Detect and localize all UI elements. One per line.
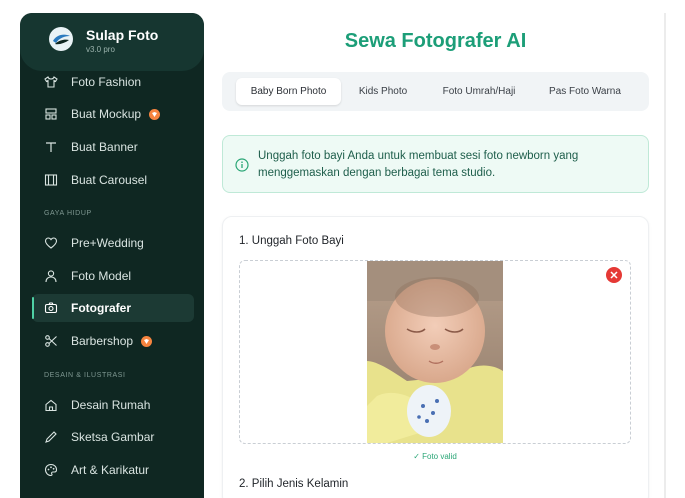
sidebar-item-label: Buat Banner (71, 140, 138, 154)
close-icon (610, 271, 618, 279)
photo-valid-status: ✓ Foto valid (413, 452, 457, 461)
tab-foto-umrah-haji[interactable]: Foto Umrah/Haji (429, 78, 529, 105)
sidebar-item-label: Buat Carousel (71, 173, 148, 187)
logo-icon (49, 27, 73, 51)
carousel-icon (44, 173, 58, 187)
mockup-icon (44, 107, 58, 121)
sidebar-item-foto-fashion[interactable]: Foto Fashion (32, 68, 194, 96)
home-icon (44, 398, 58, 412)
remove-photo-button[interactable] (606, 267, 622, 283)
tab-baby-born-photo[interactable]: Baby Born Photo (236, 78, 341, 105)
sidebar-item-desain-rumah[interactable]: Desain Rumah (32, 391, 194, 419)
step2-label: 2. Pilih Jenis Kelamin (239, 478, 349, 490)
uploaded-baby-photo (367, 261, 503, 443)
sidebar-item-label: Pre+Wedding (71, 236, 144, 250)
app-root: Sulap Foto v3.0 pro Foto Fashion Buat Mo… (0, 0, 685, 498)
person-icon (44, 269, 58, 283)
text-icon (44, 140, 58, 154)
step1-label: 1. Unggah Foto Bayi (239, 235, 344, 247)
heart-icon (44, 236, 58, 250)
tab-kids-photo[interactable]: Kids Photo (346, 78, 420, 105)
tab-pas-foto-warna[interactable]: Pas Foto Warna (535, 78, 635, 105)
info-icon (235, 158, 249, 172)
sidebar-item-label: Foto Fashion (71, 75, 142, 89)
pro-badge-icon (141, 335, 153, 347)
sidebar-item-foto-model[interactable]: Foto Model (32, 262, 194, 290)
sidebar-item-fotografer[interactable]: Fotografer (32, 294, 194, 322)
shirt-icon (44, 75, 58, 89)
sidebar-item-label: Buat Mockup (71, 107, 142, 121)
sidebar-item-barbershop[interactable]: Barbershop (32, 327, 194, 355)
brand-version: v3.0 pro (86, 45, 115, 54)
sidebar-item-buat-mockup[interactable]: Buat Mockup (32, 100, 194, 128)
sidebar: Sulap Foto v3.0 pro Foto Fashion Buat Mo… (20, 13, 204, 498)
sidebar-item-buat-banner[interactable]: Buat Banner (32, 133, 194, 161)
page-title: Sewa Fotografer AI (344, 30, 527, 52)
section-label-gaya-hidup: GAYA HIDUP (44, 210, 92, 217)
sidebar-item-label: Art & Karikatur (71, 463, 150, 477)
brand-header[interactable]: Sulap Foto v3.0 pro (20, 13, 204, 71)
pro-badge-icon (149, 108, 161, 120)
palette-icon (44, 463, 58, 477)
brand-name: Sulap Foto (86, 27, 159, 43)
sidebar-item-label: Desain Rumah (71, 398, 151, 412)
sidebar-item-label: Barbershop (71, 334, 134, 348)
info-text: Unggah foto bayi Anda untuk membuat sesi… (258, 150, 579, 179)
info-banner: Unggah foto bayi Anda untuk membuat sesi… (222, 135, 649, 193)
sidebar-item-label: Foto Model (71, 269, 132, 283)
section-label-desain-ilustrasi: DESAIN & ILUSTRASI (44, 372, 126, 379)
scissors-icon (44, 334, 58, 348)
pen-icon (44, 430, 58, 444)
sidebar-item-label: Sketsa Gambar (71, 430, 155, 444)
sidebar-item-pre-wedding[interactable]: Pre+Wedding (32, 229, 194, 257)
scrollbar-track[interactable] (664, 13, 666, 498)
sidebar-item-sketsa-gambar[interactable]: Sketsa Gambar (32, 423, 194, 451)
sidebar-item-label: Fotografer (71, 301, 131, 315)
sidebar-item-buat-carousel[interactable]: Buat Carousel (32, 166, 194, 194)
sidebar-item-art-karikatur[interactable]: Art & Karikatur (32, 456, 194, 484)
camera-icon (44, 301, 58, 315)
tab-bar: Baby Born Photo Kids Photo Foto Umrah/Ha… (222, 72, 649, 111)
